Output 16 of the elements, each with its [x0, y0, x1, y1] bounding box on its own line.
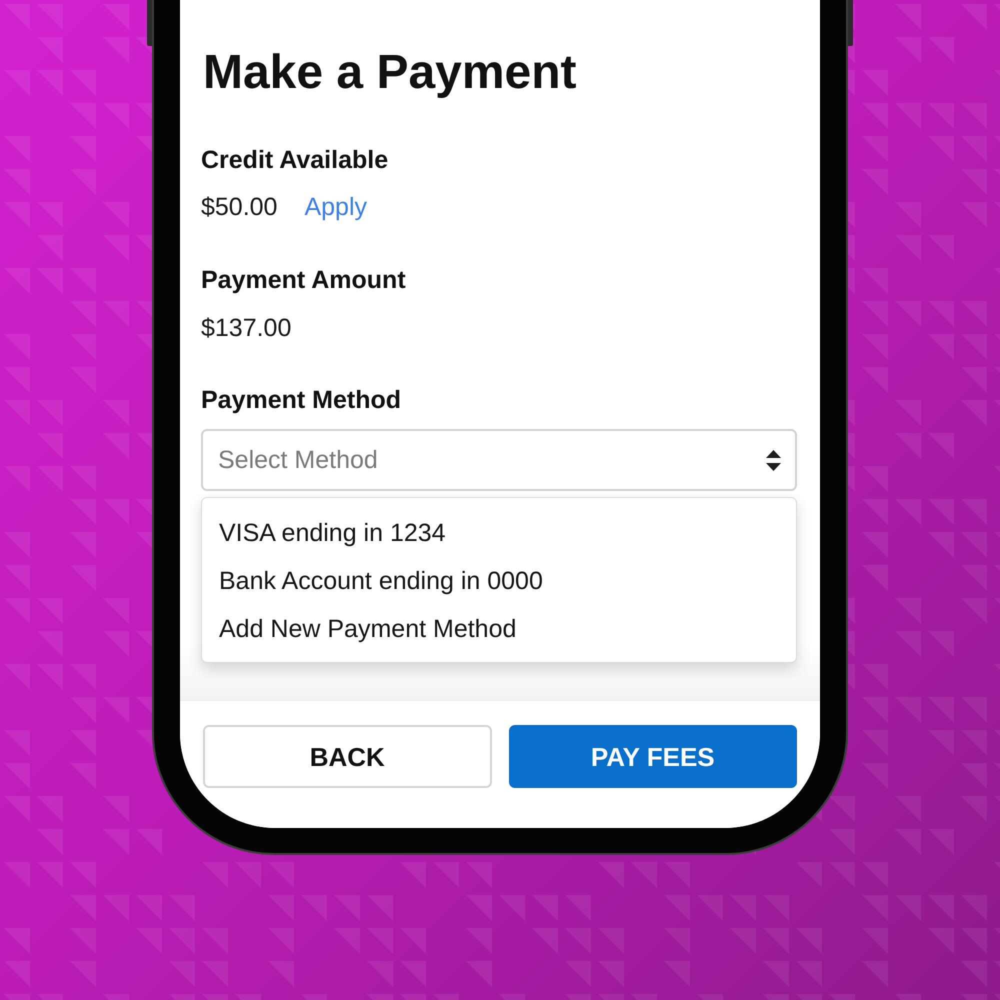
dropdown-option[interactable]: VISA ending in 1234 — [202, 509, 796, 557]
phone-side-bump — [147, 0, 152, 46]
credit-amount: $50.00 — [201, 192, 278, 222]
up-down-caret-icon — [766, 450, 781, 470]
back-button[interactable]: BACK — [203, 725, 492, 788]
section-label: Credit Available — [201, 145, 388, 175]
page-title: Make a Payment — [202, 45, 577, 101]
section-label: Payment Amount — [201, 265, 406, 295]
dropdown-option[interactable]: Add New Payment Method — [202, 605, 796, 653]
dropdown-option[interactable]: Bank Account ending in 0000 — [202, 557, 796, 605]
phone-side-bump — [848, 0, 853, 46]
apply-link[interactable]: Apply — [304, 192, 368, 222]
section-label: Payment Method — [201, 385, 402, 415]
method-select[interactable]: Select Method — [201, 429, 797, 491]
pay-fees-button[interactable]: PAY FEES — [508, 725, 797, 788]
payment-amount: $137.00 — [201, 313, 292, 343]
